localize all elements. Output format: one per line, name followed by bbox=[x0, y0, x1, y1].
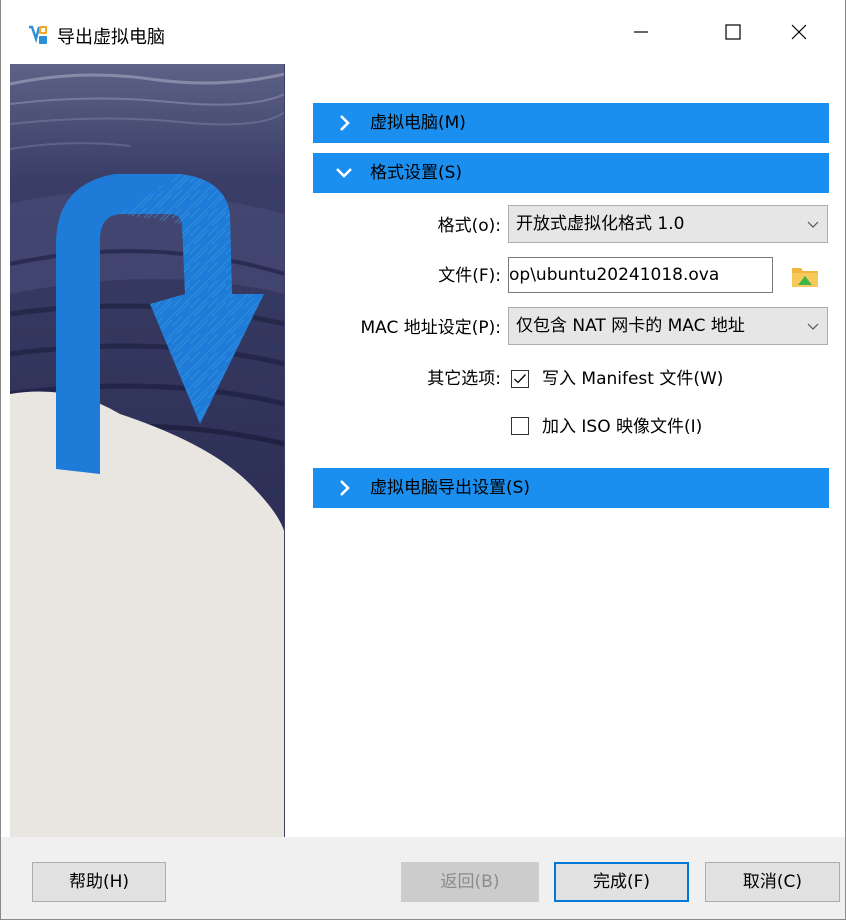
title-bar[interactable]: 导出虚拟电脑 bbox=[1, 0, 845, 64]
minimize-button[interactable] bbox=[595, 0, 687, 64]
finish-button[interactable]: 完成(F) bbox=[554, 862, 689, 902]
back-button[interactable]: 返回(B) bbox=[401, 862, 539, 902]
maximize-icon bbox=[725, 24, 741, 40]
format-select-value: 开放式虚拟化格式 1.0 bbox=[516, 214, 685, 234]
wizard-side-graphic bbox=[10, 64, 285, 837]
file-path-value: op\ubuntu20241018.ova bbox=[509, 265, 720, 285]
section-appliance-settings-label: 虚拟电脑导出设置(S) bbox=[370, 478, 531, 498]
file-label: 文件(F): bbox=[438, 266, 501, 286]
section-appliance-settings[interactable]: 虚拟电脑导出设置(S) bbox=[313, 468, 829, 508]
side-divider bbox=[284, 64, 285, 837]
chevron-down-icon bbox=[336, 168, 352, 178]
include-iso-checkbox[interactable] bbox=[511, 417, 529, 435]
chevron-down-icon bbox=[807, 221, 819, 228]
chevron-right-icon bbox=[340, 115, 350, 131]
window-title: 导出虚拟电脑 bbox=[57, 27, 165, 48]
section-format-settings-label: 格式设置(S) bbox=[370, 163, 463, 183]
chevron-right-icon bbox=[340, 480, 350, 496]
checkmark-icon bbox=[514, 374, 526, 384]
cancel-button[interactable]: 取消(C) bbox=[705, 862, 840, 902]
close-button[interactable] bbox=[753, 0, 845, 64]
help-button[interactable]: 帮助(H) bbox=[32, 862, 166, 902]
section-virtual-machine-label: 虚拟电脑(M) bbox=[370, 113, 466, 133]
other-options-label: 其它选项: bbox=[427, 369, 501, 389]
button-bar: 帮助(H) 返回(B) 完成(F) 取消(C) bbox=[1, 837, 845, 919]
minimize-icon bbox=[634, 31, 648, 33]
include-iso-label[interactable]: 加入 ISO 映像文件(I) bbox=[542, 415, 702, 439]
write-manifest-checkbox[interactable] bbox=[511, 370, 529, 388]
folder-browse-icon[interactable] bbox=[790, 261, 820, 291]
write-manifest-label[interactable]: 写入 Manifest 文件(W) bbox=[542, 367, 723, 391]
chevron-down-icon bbox=[807, 320, 819, 332]
format-label: 格式(o): bbox=[437, 216, 501, 236]
file-path-input[interactable]: op\ubuntu20241018.ova bbox=[508, 257, 773, 293]
virtualbox-app-icon bbox=[29, 25, 47, 44]
section-virtual-machine[interactable]: 虚拟电脑(M) bbox=[313, 103, 829, 143]
format-select[interactable]: 开放式虚拟化格式 1.0 bbox=[508, 205, 828, 243]
section-format-settings[interactable]: 格式设置(S) bbox=[313, 153, 829, 193]
close-icon bbox=[791, 24, 807, 40]
mac-policy-select[interactable]: 仅包含 NAT 网卡的 MAC 地址 bbox=[508, 307, 828, 345]
export-arrow-illustration bbox=[10, 64, 285, 837]
mac-policy-label: MAC 地址设定(P): bbox=[360, 318, 501, 338]
export-appliance-dialog: 导出虚拟电脑 虚拟电脑(M) 格式设置(S) 格式(o): 开放式虚拟化格式 1… bbox=[0, 0, 846, 920]
mac-policy-value: 仅包含 NAT 网卡的 MAC 地址 bbox=[516, 316, 745, 336]
